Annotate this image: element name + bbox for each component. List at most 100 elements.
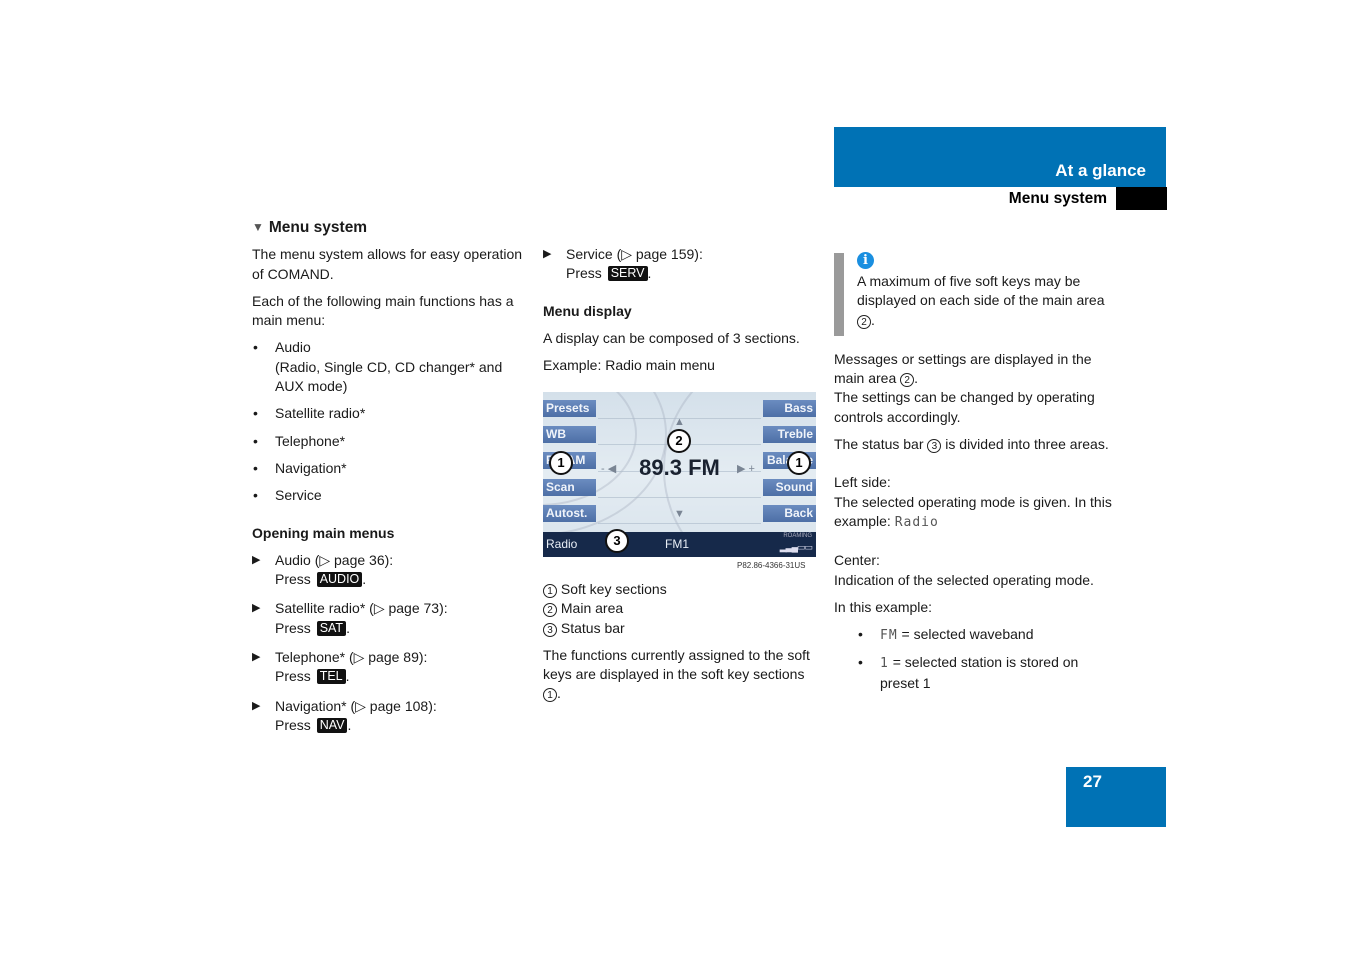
frequency-readout: 89.3 FM — [639, 455, 720, 480]
example-list: • FM = selected waveband • 1 = selected st… — [834, 625, 1114, 693]
softkey-wb: WB — [543, 426, 596, 443]
status-waveband: FM1 — [665, 537, 689, 551]
text: Messages or settings are displayed in th… — [834, 350, 1092, 387]
item-label: Service — [275, 487, 322, 504]
image-reference: P82.86-4366-31US — [737, 561, 806, 570]
bullet-icon: • — [858, 626, 863, 643]
press-text: Press — [275, 716, 311, 733]
list-item: • Satellite radio* — [252, 404, 527, 423]
softkey-paragraph: The functions currently assigned to the … — [543, 646, 821, 704]
number-badge: 3 — [543, 622, 557, 637]
bullet-icon: • — [253, 339, 258, 356]
arrow-right-icon: ▶ — [252, 602, 261, 615]
softkey-bass: Bass — [763, 400, 816, 417]
left-side-paragraph: Left side: The selected operating mode is… — [834, 473, 1114, 532]
item-detail: (Radio, Single CD, CD changer* and AUX m… — [275, 358, 503, 395]
column-1: ▼ Menu system The menu system allows for… — [252, 218, 527, 743]
page-number: 27 — [1083, 772, 1102, 791]
display-text: Radio — [894, 514, 939, 530]
divider — [598, 523, 761, 524]
list-item: • FM = selected waveband — [834, 625, 1114, 645]
example-label: In this example: — [834, 598, 933, 615]
note-bar — [834, 253, 844, 336]
intro-paragraph-2: Each of the following main functions has… — [252, 292, 514, 329]
item-label: Audio — [275, 339, 311, 356]
tel-key: TEL — [316, 669, 346, 685]
column-2: ▶ Service (▷ page 159): Press SERV. Menu… — [543, 245, 821, 383]
sat-key: SAT — [316, 620, 347, 636]
column-2-lower: 1 Soft key sections 2 Main area 3 Status… — [543, 580, 821, 712]
main-functions-list: • Audio (Radio, Single CD, CD changer* and… — [252, 338, 527, 505]
legend-label: Main area — [560, 600, 624, 617]
bullet-icon: • — [858, 654, 863, 671]
text: Indication of the selected operating mod… — [834, 571, 1094, 588]
text: . — [914, 370, 919, 387]
legend-item: 1 Soft key sections — [543, 580, 821, 599]
list-item: • Navigation* — [252, 459, 527, 478]
step-text: Audio (▷ page 36): — [275, 551, 394, 568]
section-marker — [1116, 187, 1167, 210]
text: = selected waveband — [901, 626, 1034, 643]
bullet-icon: • — [253, 487, 258, 504]
audio-key: AUDIO — [316, 572, 363, 588]
text: A maximum of five soft keys may be displ… — [857, 273, 1105, 309]
display-text: FM — [880, 628, 898, 644]
number-badge: 1 — [543, 584, 557, 598]
nav-key: NAV — [316, 717, 348, 733]
list-item: • Audio (Radio, Single CD, CD changer* and… — [252, 338, 527, 396]
arrow-down-icon: ▼ — [674, 508, 685, 520]
info-icon: i — [857, 252, 874, 269]
softkey-sound: Sound — [763, 479, 816, 496]
legend-label: Soft key sections — [560, 581, 667, 597]
display-legend: 1 Soft key sections 2 Main area 3 Status… — [543, 580, 821, 638]
arrow-right-icon: ▶ — [252, 553, 261, 566]
step-text: Service (▷ page 159): — [566, 246, 703, 262]
legend-label: Status bar — [560, 619, 625, 636]
press-text: Press — [275, 668, 311, 685]
list-item: • Telephone* — [252, 432, 527, 451]
status-roaming: ROAMING — [783, 533, 812, 539]
serv-key: SERV — [607, 266, 648, 282]
text: Left side: — [834, 474, 891, 491]
text: . — [557, 685, 561, 702]
text: The functions currently assigned to the … — [543, 646, 810, 683]
step-text: Telephone* (▷ page 89): — [275, 649, 428, 666]
callout-3: 3 — [605, 529, 629, 553]
list-item: • Service — [252, 486, 527, 505]
item-label: Navigation* — [275, 459, 347, 476]
number-badge: 1 — [543, 688, 557, 703]
list-item: • 1 = selected station is stored on prese… — [834, 653, 1114, 693]
display-text: 1 — [880, 656, 889, 672]
text: The status bar — [834, 436, 924, 453]
text: = selected station is stored on preset 1 — [880, 654, 1079, 691]
arrow-right-icon: ▶ — [252, 651, 261, 664]
status-bar: Radio FM1 ROAMING ▂▃▄▭▭ — [543, 532, 816, 557]
intro-paragraph: The menu system allows for easy operatio… — [252, 246, 523, 282]
menu-display-heading: Menu display — [543, 302, 632, 319]
status-bar-paragraph: The status bar 3 is divided into three a… — [834, 435, 1114, 454]
step-audio: ▶ Audio (▷ page 36): Press AUDIO. — [252, 551, 394, 588]
callout-1-left: 1 — [549, 451, 573, 475]
display-example-label: Example: Radio main menu — [543, 357, 715, 374]
center-paragraph: Center: Indication of the selected operat… — [834, 551, 1114, 590]
item-label: Telephone* — [275, 432, 346, 449]
callout-2: 2 — [667, 429, 691, 453]
main-heading: ▼ Menu system — [252, 218, 527, 237]
column-3: i A maximum of five soft keys may be dis… — [834, 250, 1114, 701]
chapter-header-tab: At a glance — [834, 127, 1166, 187]
text: is divided into three areas. — [945, 436, 1109, 453]
softkey-scan: Scan — [543, 479, 596, 496]
legend-item: 3 Status bar — [543, 619, 821, 638]
main-area-paragraph: Messages or settings are displayed in th… — [834, 350, 1114, 427]
step-text: Navigation* (▷ page 108): — [275, 697, 437, 714]
text: . — [871, 311, 875, 328]
page-number-tab: 27 — [1066, 767, 1166, 827]
chapter-title: At a glance — [1055, 161, 1146, 180]
bullet-icon: • — [253, 405, 258, 422]
bullet-icon: • — [253, 459, 258, 476]
softkey-back: Back — [763, 505, 816, 522]
section-title: Menu system — [1008, 190, 1107, 207]
opening-menus-heading: Opening main menus — [252, 524, 395, 541]
arrow-right-icon: ▶ — [543, 248, 552, 260]
press-text: Press — [275, 571, 311, 588]
